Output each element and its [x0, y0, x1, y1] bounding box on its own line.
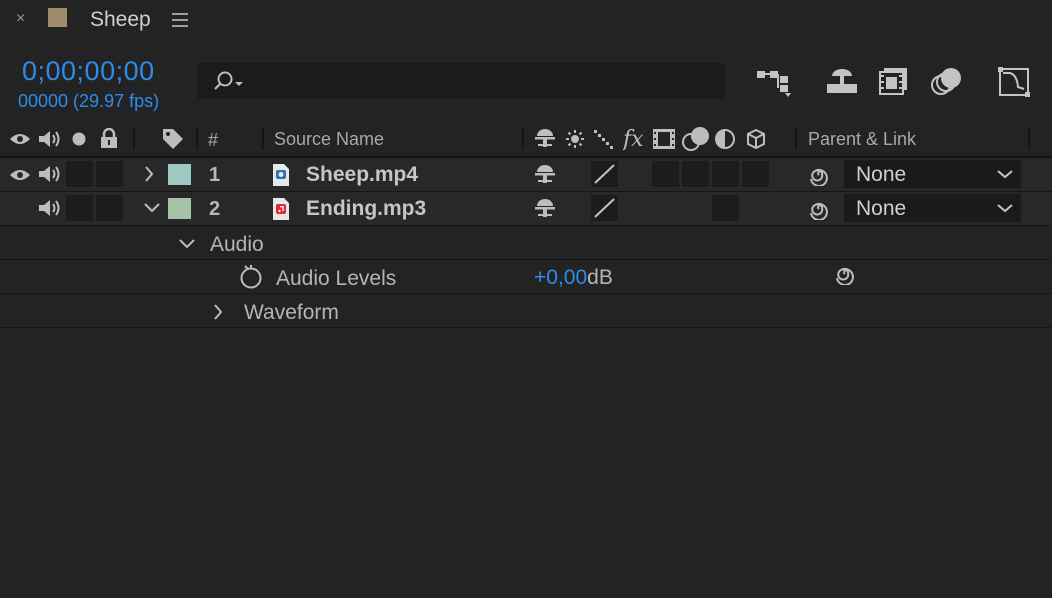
parent-dropdown-value: None — [856, 197, 907, 220]
parent-link-header[interactable]: Parent & Link — [808, 129, 916, 150]
audio-property-group[interactable]: Audio — [210, 233, 264, 257]
motion-blur-icon[interactable] — [930, 66, 964, 96]
motion-blur-switch[interactable] — [712, 195, 739, 221]
layer-number: 1 — [209, 164, 221, 186]
label-tag-icon[interactable] — [161, 127, 185, 151]
stopwatch-icon[interactable] — [239, 264, 263, 290]
video-visibility-header-icon — [9, 132, 31, 146]
panel-menu-icon[interactable] — [172, 13, 188, 27]
layer-row-2[interactable]: 2 Ending.mp3 None — [0, 192, 1052, 225]
frame-blending-icon[interactable] — [879, 66, 909, 96]
draft-3d-icon[interactable] — [825, 66, 859, 96]
adjustment-layer-icon — [715, 129, 735, 149]
audio-levels-unit: dB — [587, 266, 613, 289]
audio-levels-value[interactable]: +0,00dB — [534, 266, 613, 290]
audio-levels-number[interactable]: +0,00 — [534, 266, 587, 289]
motion-blur-switch[interactable] — [712, 161, 739, 187]
solo-toggle[interactable] — [66, 161, 93, 187]
waveform-property-group[interactable]: Waveform — [244, 301, 339, 325]
quality-header-icon — [593, 129, 615, 149]
chevron-down-icon[interactable] — [179, 239, 195, 249]
source-name-header[interactable]: Source Name — [274, 129, 384, 150]
lock-toggle[interactable] — [96, 161, 123, 187]
audio-file-icon — [272, 197, 290, 221]
row-divider — [0, 259, 1052, 260]
row-divider — [0, 293, 1052, 294]
effects-switch[interactable] — [652, 161, 679, 187]
chevron-right-icon[interactable] — [144, 166, 154, 182]
speaker-icon[interactable] — [38, 198, 62, 218]
effects-fx-icon: fx — [623, 127, 649, 151]
eye-icon[interactable] — [9, 168, 31, 182]
frame-blending-switch[interactable] — [682, 161, 709, 187]
layer-row-1[interactable]: 1 Sheep.mp4 None — [0, 158, 1052, 191]
chevron-down-icon — [997, 169, 1013, 179]
composition-tab-title[interactable]: Sheep — [90, 8, 151, 32]
motion-blur-header-icon — [682, 126, 710, 152]
svg-text:fx: fx — [623, 127, 644, 151]
3d-layer-switch[interactable] — [742, 161, 769, 187]
current-time-display[interactable]: 0;00;00;00 — [22, 56, 155, 87]
quality-switch[interactable] — [591, 195, 618, 221]
lock-toggle[interactable] — [96, 195, 123, 221]
frame-count-display: 00000 (29.97 fps) — [18, 91, 160, 111]
layer-label-color[interactable] — [168, 164, 191, 185]
layer-source-name[interactable]: Sheep.mp4 — [306, 163, 418, 187]
graph-editor-icon[interactable] — [998, 67, 1030, 97]
chevron-down-icon[interactable] — [144, 203, 160, 213]
pick-whip-icon[interactable] — [833, 263, 857, 285]
lock-header-icon — [100, 128, 118, 148]
shy-switch-icon[interactable] — [534, 198, 556, 218]
layer-source-name[interactable]: Ending.mp3 — [306, 197, 426, 221]
quality-switch[interactable] — [591, 161, 618, 187]
solo-header-icon — [72, 132, 86, 146]
shy-header-icon — [534, 128, 556, 148]
audio-header-icon — [38, 129, 62, 149]
frame-blending-header-icon — [652, 128, 676, 150]
speaker-icon[interactable] — [38, 164, 62, 184]
search-field[interactable] — [197, 63, 725, 99]
composition-color-swatch — [48, 8, 67, 27]
parent-dropdown-value: None — [856, 163, 907, 186]
parent-dropdown[interactable]: None — [844, 194, 1021, 222]
chevron-down-icon — [997, 203, 1013, 213]
audio-levels-label: Audio Levels — [276, 267, 397, 290]
solo-toggle[interactable] — [66, 195, 93, 221]
close-tab-button[interactable]: × — [16, 10, 25, 28]
shy-switch-icon[interactable] — [534, 164, 556, 184]
pick-whip-icon[interactable] — [807, 164, 831, 186]
3d-layer-icon — [746, 129, 766, 149]
video-file-icon — [272, 163, 290, 187]
row-divider — [0, 327, 1052, 328]
layer-label-color[interactable] — [168, 198, 191, 219]
composition-mini-flowchart-icon[interactable] — [756, 68, 794, 98]
layer-number-header: # — [208, 130, 219, 150]
row-divider — [0, 225, 1052, 226]
layer-number: 2 — [209, 198, 221, 220]
search-icon[interactable] — [213, 70, 247, 92]
collapse-transformations-icon — [565, 129, 585, 149]
chevron-right-icon[interactable] — [213, 304, 223, 320]
parent-dropdown[interactable]: None — [844, 160, 1021, 188]
pick-whip-icon[interactable] — [807, 198, 831, 220]
